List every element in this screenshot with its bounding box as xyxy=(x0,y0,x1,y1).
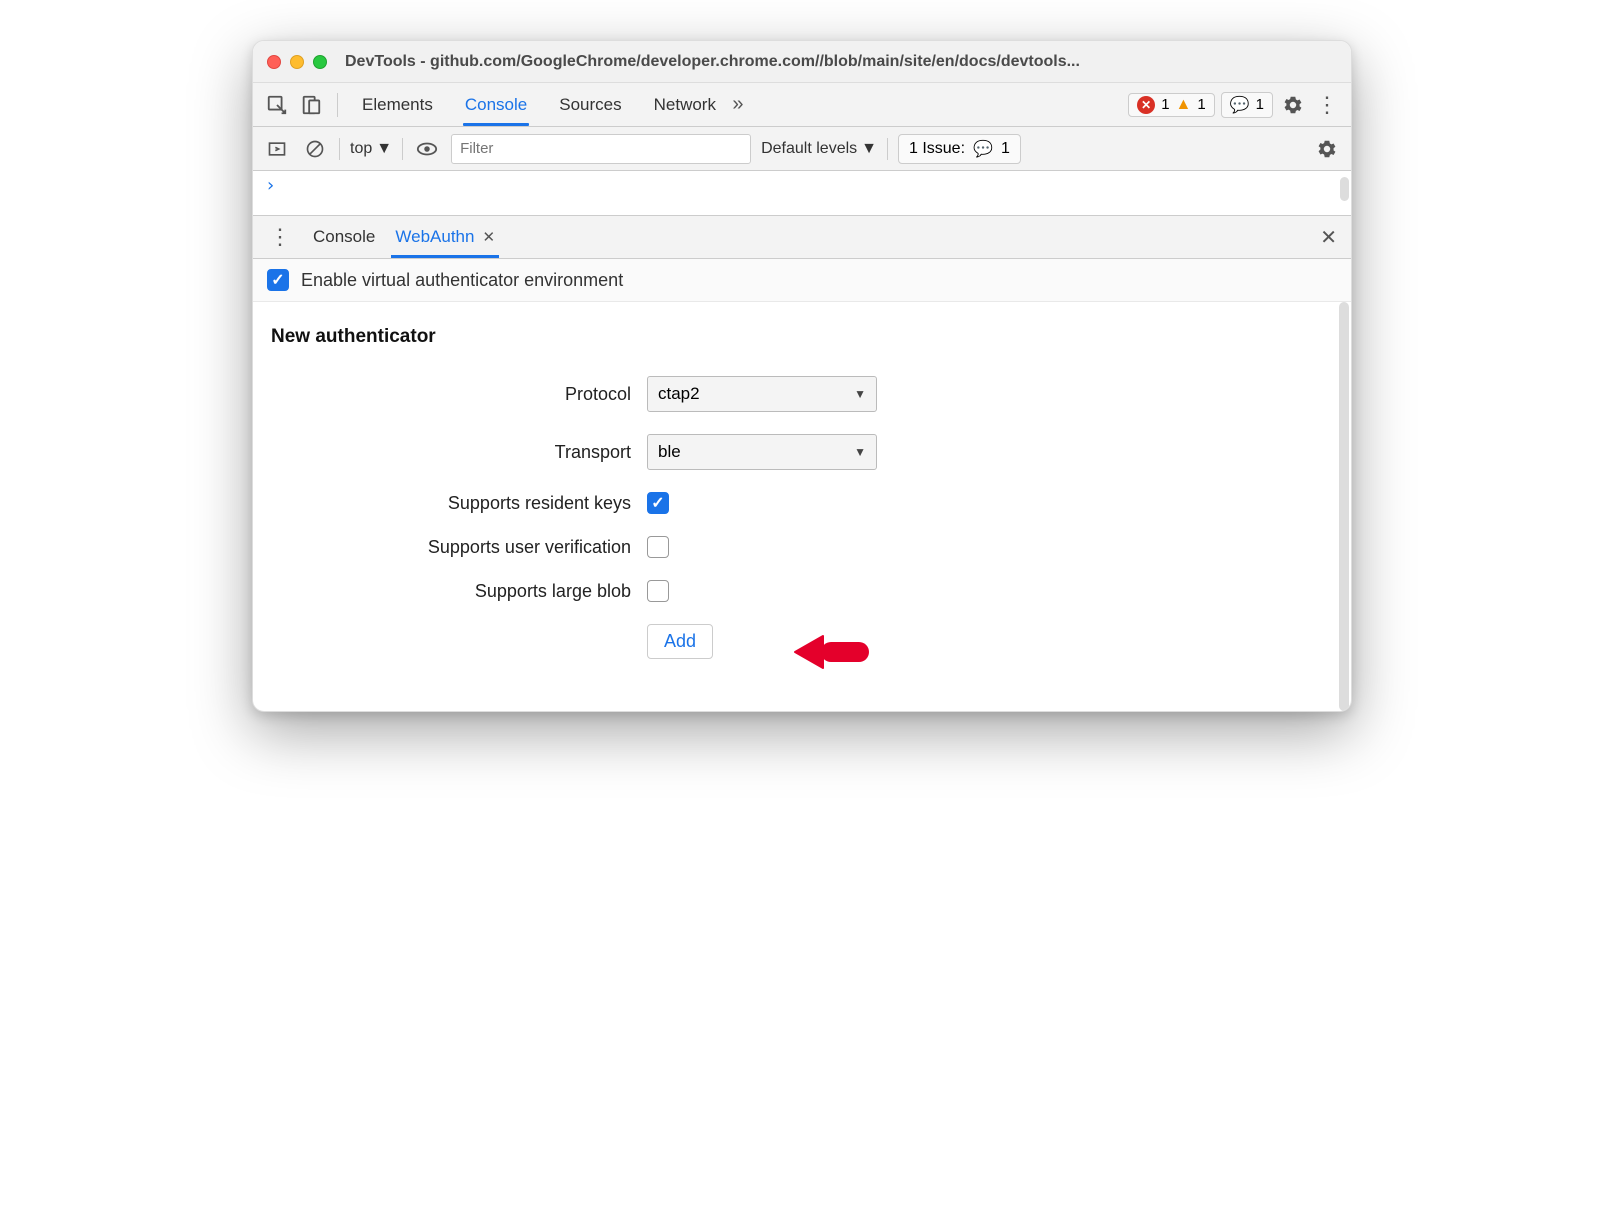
levels-label: Default levels xyxy=(761,140,857,158)
context-label: top xyxy=(350,140,372,158)
live-expression-icon[interactable] xyxy=(413,135,441,163)
issues-label: 1 Issue: xyxy=(909,140,965,158)
drawer-more-icon[interactable]: ⋮ xyxy=(263,224,297,250)
webauthn-panel: New authenticator Protocol ctap2 ▼ Trans… xyxy=(253,302,1351,711)
drawer-tab-console-label: Console xyxy=(313,227,375,247)
console-sidebar-toggle-icon[interactable] xyxy=(263,135,291,163)
protocol-row: Protocol ctap2 ▼ xyxy=(271,376,1333,412)
issues-count-top: 1 xyxy=(1256,96,1264,113)
enable-virtual-auth-row: Enable virtual authenticator environment xyxy=(253,259,1351,302)
drawer-close-icon[interactable]: ✕ xyxy=(1316,221,1341,254)
issues-icon: 💬 xyxy=(973,139,993,159)
resident-keys-label: Supports resident keys xyxy=(271,493,631,514)
transport-row: Transport ble ▼ xyxy=(271,434,1333,470)
protocol-value: ctap2 xyxy=(658,384,700,404)
more-tabs-icon[interactable]: » xyxy=(724,91,752,119)
console-prompt: › xyxy=(265,175,276,196)
console-settings-icon[interactable] xyxy=(1313,135,1341,163)
log-levels-selector[interactable]: Default levels ▼ xyxy=(761,140,877,158)
large-blob-row: Supports large blob xyxy=(271,580,1333,602)
transport-select[interactable]: ble ▼ xyxy=(647,434,877,470)
issues-icon: 💬 xyxy=(1230,95,1250,115)
caret-down-icon: ▼ xyxy=(854,445,866,459)
error-icon: ✕ xyxy=(1137,96,1155,114)
protocol-label: Protocol xyxy=(271,384,631,405)
main-tabs: Elements Console Sources Network xyxy=(360,85,718,125)
caret-down-icon: ▼ xyxy=(376,140,392,158)
error-warning-badge[interactable]: ✕ 1 ▲ 1 xyxy=(1128,93,1215,117)
enable-virtual-auth-checkbox[interactable] xyxy=(267,269,289,291)
tab-console[interactable]: Console xyxy=(463,85,529,125)
console-output[interactable]: › xyxy=(253,171,1351,215)
resident-keys-row: Supports resident keys xyxy=(271,492,1333,514)
tab-sources[interactable]: Sources xyxy=(557,85,623,125)
issues-button[interactable]: 1 Issue: 💬 1 xyxy=(898,134,1021,164)
device-toolbar-icon[interactable] xyxy=(297,91,325,119)
close-tab-icon[interactable]: ✕ xyxy=(482,228,495,246)
window-controls xyxy=(267,55,327,69)
add-row: Add xyxy=(271,624,1333,659)
caret-down-icon: ▼ xyxy=(861,140,877,158)
issues-badge-top[interactable]: 💬 1 xyxy=(1221,92,1273,118)
resident-keys-checkbox[interactable] xyxy=(647,492,669,514)
transport-value: ble xyxy=(658,442,681,462)
user-verification-row: Supports user verification xyxy=(271,536,1333,558)
large-blob-checkbox[interactable] xyxy=(647,580,669,602)
devtools-window: DevTools - github.com/GoogleChrome/devel… xyxy=(252,40,1352,712)
maximize-window-button[interactable] xyxy=(313,55,327,69)
clear-console-icon[interactable] xyxy=(301,135,329,163)
tab-elements[interactable]: Elements xyxy=(360,85,435,125)
settings-icon[interactable] xyxy=(1279,91,1307,119)
titlebar: DevTools - github.com/GoogleChrome/devel… xyxy=(253,41,1351,83)
drawer-tab-webauthn[interactable]: WebAuthn ✕ xyxy=(391,217,499,257)
drawer-tab-console[interactable]: Console xyxy=(309,217,379,257)
section-title: New authenticator xyxy=(271,326,1333,348)
error-count: 1 xyxy=(1161,96,1169,113)
close-window-button[interactable] xyxy=(267,55,281,69)
console-toolbar: top ▼ Default levels ▼ 1 Issue: 💬 1 xyxy=(253,127,1351,171)
warning-icon: ▲ xyxy=(1176,96,1192,114)
enable-virtual-auth-label: Enable virtual authenticator environment xyxy=(301,270,623,291)
user-verification-checkbox[interactable] xyxy=(647,536,669,558)
context-selector[interactable]: top ▼ xyxy=(350,140,392,158)
caret-down-icon: ▼ xyxy=(854,387,866,401)
protocol-select[interactable]: ctap2 ▼ xyxy=(647,376,877,412)
drawer-tabbar: ⋮ Console WebAuthn ✕ ✕ xyxy=(253,215,1351,259)
drawer-tab-webauthn-label: WebAuthn xyxy=(395,227,474,247)
user-verification-label: Supports user verification xyxy=(271,537,631,558)
tab-network[interactable]: Network xyxy=(652,85,718,125)
issues-count: 1 xyxy=(1001,140,1010,158)
window-title: DevTools - github.com/GoogleChrome/devel… xyxy=(345,53,1080,71)
inspect-element-icon[interactable] xyxy=(263,91,291,119)
warning-count: 1 xyxy=(1197,96,1205,113)
filter-input[interactable] xyxy=(451,134,751,164)
more-menu-icon[interactable]: ⋮ xyxy=(1313,91,1341,119)
scrollbar[interactable] xyxy=(1339,302,1349,711)
minimize-window-button[interactable] xyxy=(290,55,304,69)
add-button[interactable]: Add xyxy=(647,624,713,659)
transport-label: Transport xyxy=(271,442,631,463)
main-tabbar: Elements Console Sources Network » ✕ 1 ▲… xyxy=(253,83,1351,127)
large-blob-label: Supports large blob xyxy=(271,581,631,602)
